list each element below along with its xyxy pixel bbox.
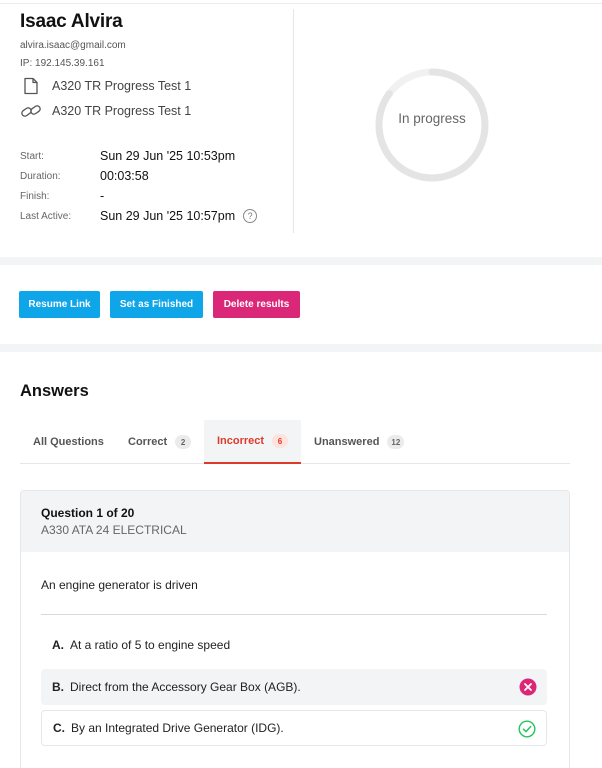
- stat-start: Start: Sun 29 Jun '25 10:53pm: [20, 147, 235, 165]
- question-card: Question 1 of 20 A330 ATA 24 ELECTRICAL …: [20, 490, 570, 768]
- status-label: In progress: [398, 111, 466, 126]
- section-separator: [0, 344, 602, 352]
- option-letter: A.: [52, 638, 64, 652]
- test-name: A320 TR Progress Test 1: [52, 79, 192, 93]
- question-header: Question 1 of 20 A330 ATA 24 ELECTRICAL: [21, 491, 569, 552]
- stat-finish: Finish: -: [20, 187, 104, 205]
- option-c: C. By an Integrated Drive Generator (IDG…: [41, 710, 547, 746]
- option-letter: C.: [53, 721, 65, 735]
- tab-incorrect[interactable]: Incorrect 6: [204, 420, 301, 464]
- divider: [41, 614, 547, 615]
- tab-unanswered[interactable]: Unanswered 12: [314, 420, 405, 464]
- stat-label: Duration:: [20, 170, 61, 182]
- stat-value: -: [100, 189, 105, 203]
- option-a: A. At a ratio of 5 to engine speed: [41, 627, 547, 663]
- tab-label: Incorrect: [216, 435, 265, 447]
- stat-value: Sun 29 Jun '25 10:57pm: [100, 209, 236, 223]
- option-letter: B.: [52, 680, 64, 694]
- question-category: A330 ATA 24 ELECTRICAL: [41, 523, 187, 537]
- stat-value: 00:03:58: [100, 169, 149, 183]
- stat-value: Sun 29 Jun '25 10:53pm: [100, 149, 236, 163]
- question-text: An engine generator is driven: [41, 578, 198, 592]
- stat-label: Last Active:: [20, 210, 72, 222]
- candidate-email: alvira.isaac@gmail.com: [20, 40, 126, 51]
- help-icon[interactable]: ?: [243, 209, 258, 223]
- count-badge: 12: [387, 435, 405, 449]
- option-text: By an Integrated Drive Generator (IDG).: [71, 721, 284, 735]
- option-text: At a ratio of 5 to engine speed: [70, 638, 231, 652]
- answers-heading: Answers: [20, 382, 89, 400]
- delete-results-button[interactable]: Delete results: [213, 291, 300, 318]
- vertical-divider: [293, 9, 294, 233]
- test-name-row: A320 TR Progress Test 1: [20, 76, 191, 96]
- stat-label: Start:: [20, 150, 44, 162]
- test-link-name[interactable]: A320 TR Progress Test 1: [52, 104, 191, 118]
- set-finished-button[interactable]: Set as Finished: [110, 291, 203, 318]
- count-badge: 2: [175, 435, 192, 449]
- answers-tabs: All Questions Correct 2 Incorrect 6 Unan…: [20, 420, 570, 464]
- tab-correct[interactable]: Correct 2: [128, 420, 192, 464]
- stat-last-active: Last Active: Sun 29 Jun '25 10:57pm ?: [20, 207, 258, 225]
- top-border: [0, 0, 602, 4]
- section-separator: [0, 257, 602, 265]
- tab-label: Correct: [128, 436, 168, 448]
- test-link-row: A320 TR Progress Test 1: [20, 101, 191, 121]
- option-b: B. Direct from the Accessory Gear Box (A…: [41, 669, 547, 705]
- question-number: Question 1 of 20: [41, 506, 135, 520]
- candidate-profile: Isaac Alvira alvira.isaac@gmail.com IP: …: [0, 5, 602, 258]
- tab-label: All Questions: [33, 436, 104, 448]
- stat-value-wrap: Sun 29 Jun '25 10:57pm ?: [100, 209, 258, 223]
- option-text: Direct from the Accessory Gear Box (AGB)…: [70, 680, 301, 694]
- tab-all-questions[interactable]: All Questions: [33, 420, 104, 464]
- correct-icon: [518, 720, 536, 738]
- incorrect-icon: [519, 678, 537, 696]
- stat-duration: Duration: 00:03:58: [20, 167, 149, 185]
- candidate-ip: IP: 192.145.39.161: [20, 58, 105, 69]
- link-icon: [20, 102, 42, 120]
- count-badge: 6: [272, 434, 289, 448]
- document-icon: [20, 77, 42, 95]
- tab-label: Unanswered: [314, 436, 380, 448]
- candidate-name: Isaac Alvira: [20, 11, 123, 32]
- resume-link-button[interactable]: Resume Link: [19, 291, 100, 318]
- stat-label: Finish:: [20, 190, 50, 202]
